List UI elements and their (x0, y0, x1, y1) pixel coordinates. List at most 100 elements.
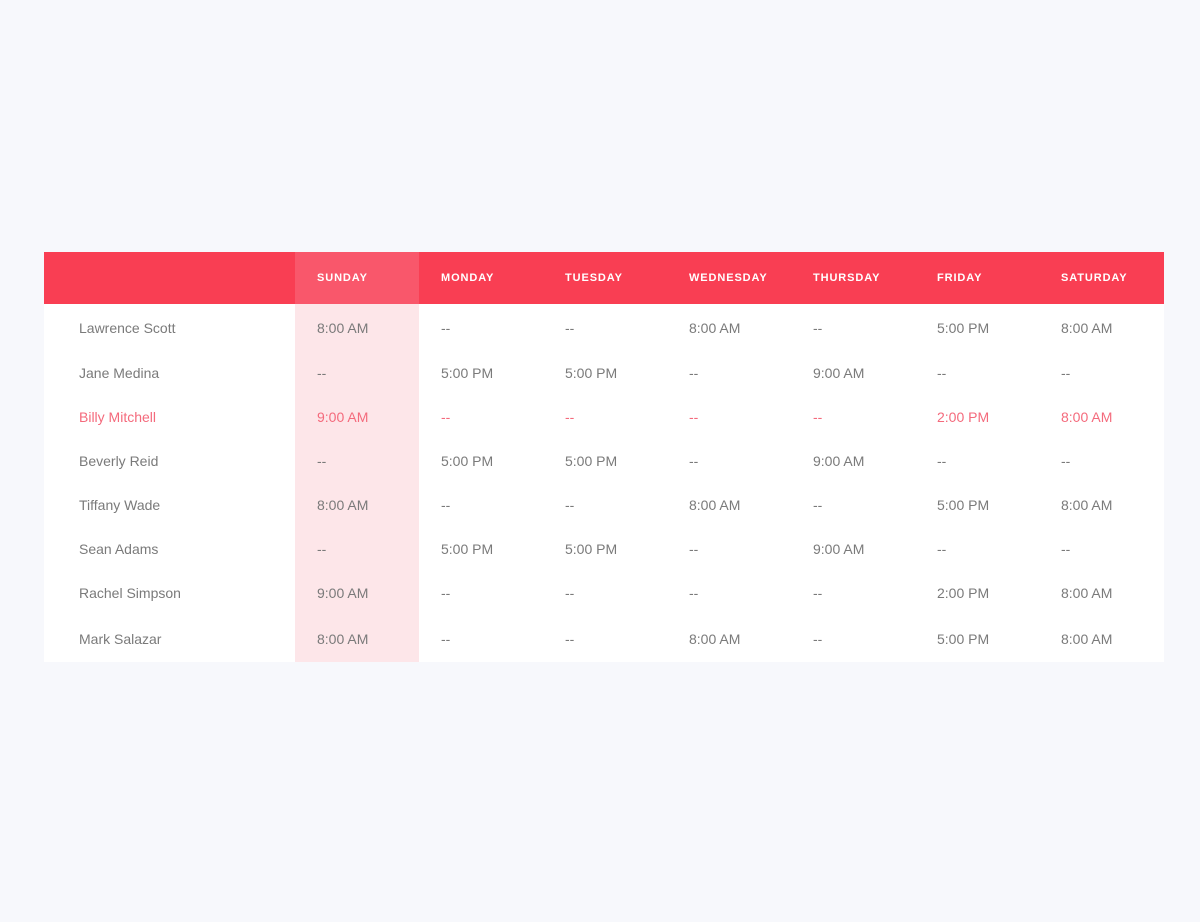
column-header-thursday[interactable]: THURSDAY (791, 252, 915, 304)
cell-wednesday[interactable]: -- (667, 439, 791, 483)
cell-saturday[interactable]: -- (1039, 527, 1164, 571)
cell-employee-name[interactable]: Mark Salazar (44, 615, 295, 662)
cell-sunday[interactable]: 9:00 AM (295, 395, 419, 439)
cell-saturday[interactable]: 8:00 AM (1039, 571, 1164, 615)
employee-name-label: Mark Salazar (79, 630, 162, 647)
cell-friday[interactable]: 5:00 PM (915, 304, 1039, 351)
cell-friday[interactable]: 5:00 PM (915, 483, 1039, 527)
cell-thursday-value: 9:00 AM (813, 453, 865, 469)
column-header-sunday[interactable]: SUNDAY (295, 252, 419, 304)
cell-monday[interactable]: 5:00 PM (419, 351, 543, 395)
cell-saturday[interactable]: -- (1039, 439, 1164, 483)
column-header-monday[interactable]: MONDAY (419, 252, 543, 304)
table-row[interactable]: Billy Mitchell 9:00 AM -- -- -- -- 2:00 PM 8:00… (44, 395, 1164, 439)
cell-monday[interactable]: -- (419, 571, 543, 615)
cell-wednesday[interactable]: -- (667, 395, 791, 439)
cell-thursday[interactable]: 9:00 AM (791, 351, 915, 395)
cell-friday[interactable]: -- (915, 527, 1039, 571)
cell-friday-value: -- (937, 541, 947, 557)
cell-monday-value: -- (441, 497, 451, 513)
table-row[interactable]: Mark Salazar 8:00 AM -- -- 8:00 AM -- 5:00 PM 8… (44, 615, 1164, 662)
cell-employee-name[interactable]: Lawrence Scott (44, 304, 295, 351)
cell-saturday-value: 8:00 AM (1061, 630, 1113, 647)
table-row[interactable]: Sean Adams -- 5:00 PM 5:00 PM -- 9:00 AM -- -- (44, 527, 1164, 571)
cell-friday[interactable]: -- (915, 351, 1039, 395)
cell-wednesday-value: -- (689, 453, 699, 469)
cell-monday[interactable]: 5:00 PM (419, 527, 543, 571)
cell-tuesday-value: -- (565, 630, 575, 647)
cell-thursday[interactable]: 9:00 AM (791, 527, 915, 571)
cell-monday[interactable]: -- (419, 304, 543, 351)
cell-sunday[interactable]: -- (295, 439, 419, 483)
cell-employee-name[interactable]: Beverly Reid (44, 439, 295, 483)
cell-tuesday[interactable]: 5:00 PM (543, 527, 667, 571)
table-row[interactable]: Lawrence Scott 8:00 AM -- -- 8:00 AM -- 5:00 P… (44, 304, 1164, 351)
cell-tuesday[interactable]: 5:00 PM (543, 351, 667, 395)
cell-thursday[interactable]: -- (791, 483, 915, 527)
column-header-saturday[interactable]: SATURDAY (1039, 252, 1164, 304)
cell-saturday[interactable]: 8:00 AM (1039, 483, 1164, 527)
cell-saturday[interactable]: 8:00 AM (1039, 304, 1164, 351)
cell-thursday[interactable]: -- (791, 571, 915, 615)
cell-friday[interactable]: 2:00 PM (915, 395, 1039, 439)
cell-sunday[interactable]: 8:00 AM (295, 615, 419, 662)
cell-wednesday[interactable]: 8:00 AM (667, 615, 791, 662)
cell-employee-name[interactable]: Sean Adams (44, 527, 295, 571)
column-header-friday[interactable]: FRIDAY (915, 252, 1039, 304)
cell-monday-value: 5:00 PM (441, 365, 494, 381)
cell-saturday-value: -- (1061, 453, 1071, 469)
cell-friday-value: 5:00 PM (937, 630, 990, 647)
cell-sunday[interactable]: 8:00 AM (295, 483, 419, 527)
cell-employee-name[interactable]: Jane Medina (44, 351, 295, 395)
cell-wednesday[interactable]: -- (667, 571, 791, 615)
cell-wednesday[interactable]: 8:00 AM (667, 304, 791, 351)
cell-tuesday[interactable]: -- (543, 483, 667, 527)
cell-saturday[interactable]: -- (1039, 351, 1164, 395)
cell-employee-name[interactable]: Tiffany Wade (44, 483, 295, 527)
cell-tuesday[interactable]: -- (543, 304, 667, 351)
column-header-wednesday[interactable]: WEDNESDAY (667, 252, 791, 304)
table-row[interactable]: Tiffany Wade 8:00 AM -- -- 8:00 AM -- 5:00 PM 8… (44, 483, 1164, 527)
cell-monday[interactable]: -- (419, 483, 543, 527)
column-header-name[interactable] (44, 252, 295, 304)
employee-name-label: Billy Mitchell (79, 409, 157, 425)
cell-thursday[interactable]: -- (791, 395, 915, 439)
cell-friday-value: -- (937, 453, 947, 469)
table-row[interactable]: Rachel Simpson 9:00 AM -- -- -- -- 2:00 PM 8:00… (44, 571, 1164, 615)
cell-thursday[interactable]: 9:00 AM (791, 439, 915, 483)
cell-sunday[interactable]: 9:00 AM (295, 571, 419, 615)
cell-wednesday[interactable]: 8:00 AM (667, 483, 791, 527)
cell-sunday[interactable]: -- (295, 527, 419, 571)
cell-tuesday-value: 5:00 PM (565, 541, 618, 557)
cell-monday[interactable]: -- (419, 615, 543, 662)
cell-saturday[interactable]: 8:00 AM (1039, 615, 1164, 662)
cell-sunday[interactable]: 8:00 AM (295, 304, 419, 351)
cell-sunday-value: 8:00 AM (317, 497, 369, 513)
cell-monday[interactable]: 5:00 PM (419, 439, 543, 483)
cell-wednesday-value: 8:00 AM (689, 630, 741, 647)
cell-sunday[interactable]: -- (295, 351, 419, 395)
cell-friday[interactable]: 2:00 PM (915, 571, 1039, 615)
cell-employee-name[interactable]: Rachel Simpson (44, 571, 295, 615)
cell-monday[interactable]: -- (419, 395, 543, 439)
table-row[interactable]: Beverly Reid -- 5:00 PM 5:00 PM -- 9:00 AM -- -… (44, 439, 1164, 483)
table-row[interactable]: Jane Medina -- 5:00 PM 5:00 PM -- 9:00 AM -- -- (44, 351, 1164, 395)
cell-wednesday[interactable]: -- (667, 351, 791, 395)
cell-thursday[interactable]: -- (791, 304, 915, 351)
cell-friday[interactable]: -- (915, 439, 1039, 483)
cell-thursday[interactable]: -- (791, 615, 915, 662)
cell-saturday-value: -- (1061, 365, 1071, 381)
cell-tuesday[interactable]: -- (543, 395, 667, 439)
cell-monday-value: -- (441, 630, 451, 647)
cell-tuesday[interactable]: 5:00 PM (543, 439, 667, 483)
cell-friday[interactable]: 5:00 PM (915, 615, 1039, 662)
employee-name-label: Tiffany Wade (79, 497, 161, 513)
column-header-tuesday[interactable]: TUESDAY (543, 252, 667, 304)
cell-wednesday[interactable]: -- (667, 527, 791, 571)
cell-employee-name[interactable]: Billy Mitchell (44, 395, 295, 439)
cell-saturday[interactable]: 8:00 AM (1039, 395, 1164, 439)
column-header-sunday-label: SUNDAY (317, 272, 368, 284)
cell-tuesday[interactable]: -- (543, 571, 667, 615)
cell-tuesday-value: -- (565, 497, 575, 513)
cell-tuesday[interactable]: -- (543, 615, 667, 662)
